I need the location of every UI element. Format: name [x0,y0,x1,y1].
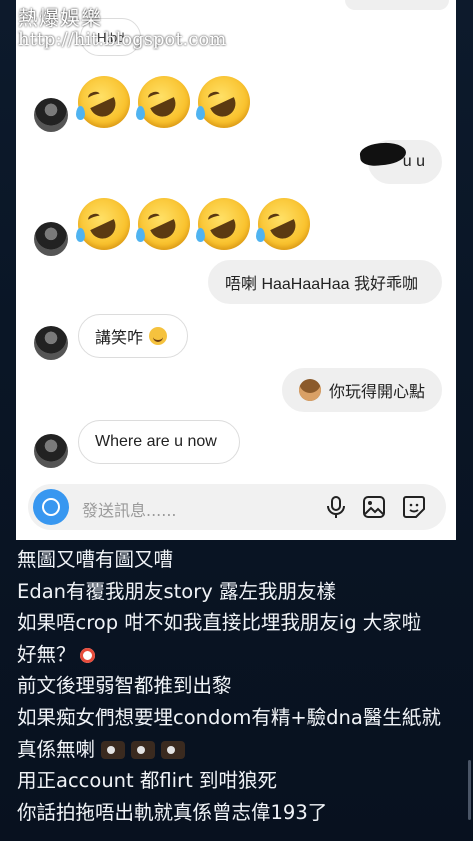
microphone-icon[interactable] [324,495,348,519]
sticker-icon[interactable] [402,495,426,519]
caption-line: 好無？ [17,639,441,671]
rolling-laugh-emoji-icon [196,198,250,250]
rolling-laugh-emoji-icon [76,76,130,128]
rolling-laugh-emoji-icon [196,76,250,128]
clown-emoji-icon [79,647,95,663]
scrollbar[interactable] [468,760,471,820]
see-no-evil-monkey-icon [299,379,321,401]
rolling-laugh-emoji-icon [136,76,190,128]
avatar[interactable] [34,434,68,468]
message-input-bar[interactable]: 發送訊息...... [28,484,446,530]
caption-line: 如果痴女們想要埋condom有精+驗dna醫生紙就 [17,705,441,729]
avatar[interactable] [34,326,68,360]
avatar[interactable] [34,222,68,256]
incoming-message: Where are u now [78,420,240,464]
clapper-emoji-icon [131,741,156,760]
camera-icon [42,498,60,516]
camera-button[interactable] [33,489,69,525]
message-text: 講笑咋 [95,330,144,347]
incoming-message: 講笑咋 [78,314,188,358]
message-text: u u [402,153,425,170]
message-text: Where are u now [95,433,217,450]
caption-line: 真係無喇 [17,734,441,766]
caption-line: Edan有覆我朋友story 露左我朋友樣 [17,579,336,603]
caption-line: 無圖又嘈有圖又嘈 [17,548,174,571]
smiling-blush-emoji-icon [149,327,168,345]
caption-line: 如果唔crop 咁不如我直接比埋我朋友ig 大家啦 [17,611,422,635]
outgoing-message: 唔喇 HaaHaaHaa 我好乖咖 [208,260,442,304]
outgoing-message: 你玩得開心點 [282,368,442,412]
watermark: 熱爆娛樂 http://hit.blogspot.com [18,2,226,50]
caption-line: 用正account 都flirt 到咁狼死 [17,769,277,793]
rolling-laugh-emoji-icon [76,198,130,250]
message-input-placeholder: 發送訊息...... [82,501,177,520]
rolling-laugh-emoji-icon [256,198,310,250]
caption-line: 前文後理弱智都推到出黎 [17,674,232,698]
avatar[interactable] [34,98,68,132]
chat-panel: H.bd u u 唔喇 HaaHaaHaa 我好乖咖 講笑咋 你玩得開心點 Wh… [16,0,456,540]
cut-off-message-bubble [345,0,449,10]
rolling-laugh-emoji-icon [136,198,190,250]
gallery-icon[interactable] [362,495,386,519]
caption-text: 真係無喇 [17,737,96,761]
watermark-url: http://hit.blogspot.com [18,29,227,50]
post-caption: 無圖又嘈有圖又嘈 Edan有覆我朋友story 露左我朋友樣 如果唔crop 咁… [17,544,441,828]
message-text: 你玩得開心點 [328,384,425,401]
watermark-title: 熱爆娛樂 [18,6,102,30]
clapper-emoji-icon [161,741,186,760]
clapper-emoji-icon [101,741,126,760]
caption-text: 好無？ [17,642,76,666]
message-text: 唔喇 HaaHaaHaa 我好乖咖 [225,276,418,293]
caption-line: 你話拍拖唔出軌就真係曾志偉193了 [17,800,328,824]
